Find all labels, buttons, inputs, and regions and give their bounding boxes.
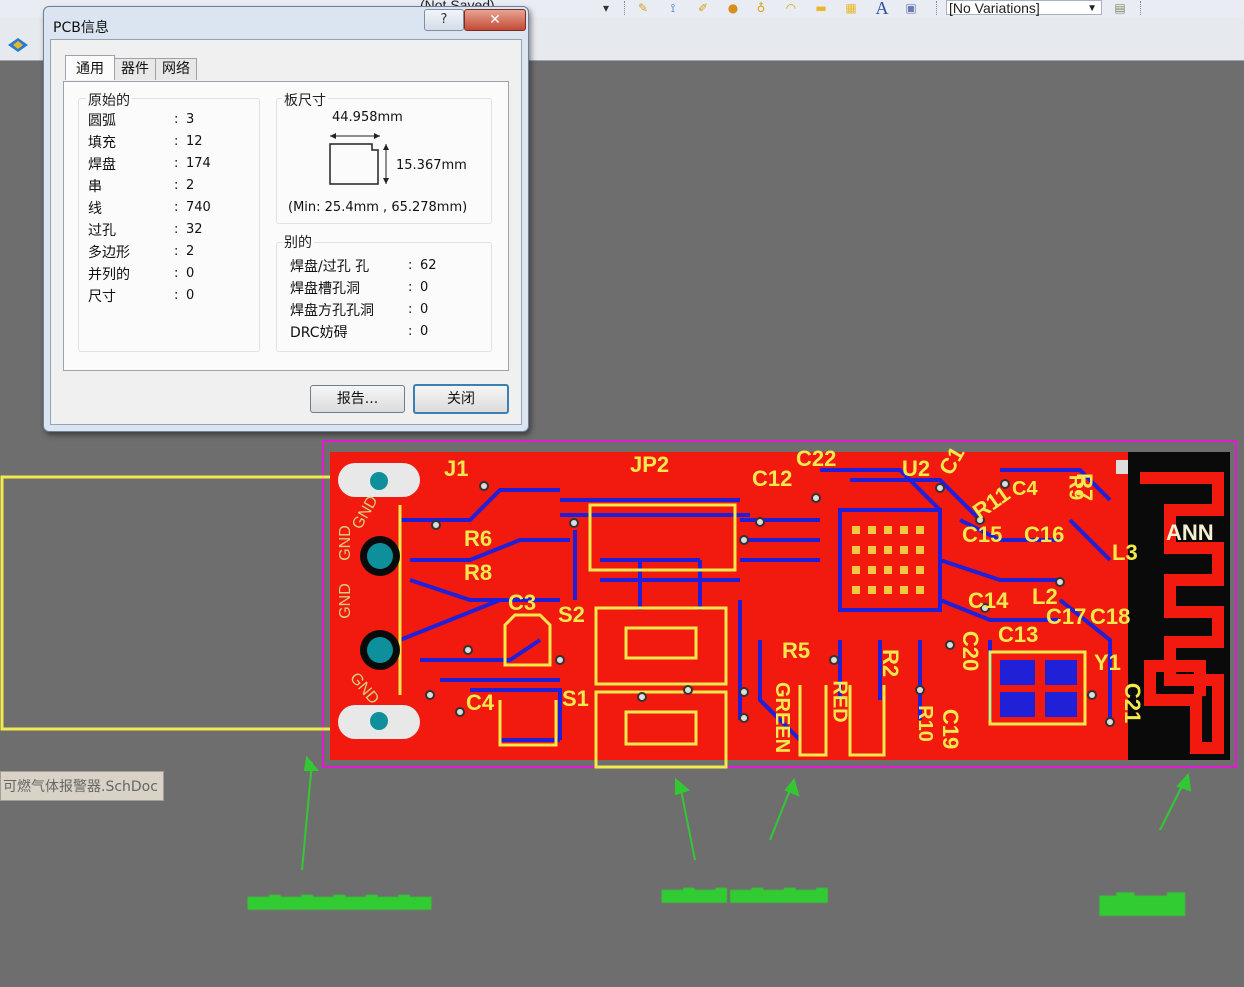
colon: : — [174, 244, 179, 259]
other-value: 0 — [420, 324, 429, 339]
primitive-value: 3 — [186, 112, 195, 127]
close-x-button[interactable]: ✕ — [464, 9, 526, 31]
designator-label: U2 — [902, 456, 931, 481]
colon: : — [174, 266, 179, 281]
colon: : — [174, 112, 179, 127]
colon: : — [174, 222, 179, 237]
tab-general[interactable]: 通用 — [65, 55, 115, 80]
colon: : — [174, 134, 179, 149]
board-width: 44.958mm — [332, 110, 403, 125]
tab-nets[interactable]: 网络 — [155, 58, 197, 80]
other-label: 焊盘/过孔 孔 — [290, 259, 370, 275]
designator-label: C15 — [962, 522, 1003, 547]
board-min-size: (Min: 25.4mm , 65.278mm) — [288, 200, 468, 215]
other-value: 0 — [420, 280, 429, 295]
dialog-title: PCB信息 — [53, 20, 109, 36]
designator-label: C13 — [998, 622, 1039, 647]
primitive-value: 32 — [186, 222, 203, 237]
designator-label: C12 — [752, 466, 793, 491]
primitive-value: 2 — [186, 178, 195, 193]
designator-label: R10 — [913, 705, 936, 742]
pcb-info-dialog: PCB信息 ? ✕ 通用 器件 网络 原始的 圆弧 : 3 填充 : 12 焊盘… — [43, 6, 529, 432]
other-label: 焊盘方孔孔洞 — [290, 303, 374, 319]
designator-label: J1 — [444, 456, 469, 481]
designator-label: C18 — [1090, 604, 1131, 629]
blurred-annotation: ▆▆▇▆▆▇▆▆▇▆▆▇▆▆▇▆▆ — [248, 893, 432, 909]
primitive-label: 焊盘 — [88, 157, 116, 173]
colon: : — [174, 200, 179, 215]
blurred-annotation: ▆▇▆▆▇ — [1100, 890, 1185, 915]
other-value: 62 — [420, 258, 437, 273]
primitive-value: 740 — [186, 200, 211, 215]
designator-label: S1 — [562, 686, 589, 711]
designator-label: R5 — [782, 638, 811, 663]
help-button[interactable]: ? — [424, 9, 464, 31]
close-button[interactable]: 关闭 — [413, 384, 509, 414]
designator-label: C14 — [968, 588, 1009, 613]
primitive-value: 0 — [186, 288, 195, 303]
designator-label: C3 — [508, 590, 537, 615]
designator-label: C16 — [1024, 522, 1065, 547]
other-group-title: 别的 — [282, 232, 314, 252]
designator-label: C17 — [1046, 604, 1087, 629]
tab-components[interactable]: 器件 — [114, 58, 156, 80]
primitive-value: 174 — [186, 156, 211, 171]
colon: : — [408, 324, 413, 339]
other-label: DRC妨碍 — [290, 325, 348, 341]
designator-label: L3 — [1112, 540, 1138, 565]
designator-label: R9 — [1064, 474, 1087, 501]
colon: : — [174, 156, 179, 171]
dialog-body: 通用 器件 网络 原始的 圆弧 : 3 填充 : 12 焊盘 : 174 串 :… — [50, 39, 522, 425]
designator-label: R6 — [464, 526, 493, 551]
primitive-label: 填充 — [88, 135, 116, 151]
designator-label: C19 — [938, 708, 964, 750]
designator-label: C21 — [1120, 682, 1146, 724]
primitive-value: 12 — [186, 134, 203, 149]
primitive-label: 并列的 — [88, 267, 130, 283]
designator-label: GREEN — [771, 681, 794, 754]
other-label: 焊盘槽孔洞 — [290, 281, 360, 297]
designator-label: ANN — [1166, 520, 1214, 545]
primitive-value: 2 — [186, 244, 195, 259]
designator-label: GND — [336, 525, 354, 561]
primitive-value: 0 — [186, 266, 195, 281]
designator-label: C4 — [466, 690, 495, 715]
designator-label: R8 — [464, 560, 493, 585]
designator-label: JP2 — [630, 452, 670, 477]
schdoc-tooltip: 可燃气体报警器.SchDoc — [0, 771, 164, 801]
general-tab-page: 原始的 圆弧 : 3 填充 : 12 焊盘 : 174 串 : 2 线 : 74… — [63, 81, 509, 371]
colon: : — [408, 302, 413, 317]
board-height: 15.367mm — [396, 158, 467, 173]
designator-label: C22 — [796, 446, 837, 471]
colon: : — [174, 178, 179, 193]
designator-label: Y1 — [1094, 650, 1121, 675]
dialog-tabs: 通用 器件 网络 — [65, 55, 197, 80]
primitive-label: 线 — [88, 201, 102, 217]
primitive-label: 圆弧 — [88, 113, 116, 129]
board-dimension-icon — [329, 133, 389, 185]
blurred-annotation: ▆▆▇▆▆▇ ▆▆▇▆▆▇▆▆▇ — [662, 886, 828, 902]
report-button[interactable]: 报告... — [310, 385, 405, 413]
primitives-group-title: 原始的 — [86, 90, 132, 110]
primitive-label: 尺寸 — [88, 289, 116, 305]
primitive-label: 串 — [88, 179, 102, 195]
designator-label: S2 — [558, 602, 585, 627]
designator-label: GND — [336, 583, 354, 619]
designator-label: C4 — [1012, 478, 1038, 500]
primitive-label: 过孔 — [88, 223, 116, 239]
colon: : — [174, 288, 179, 303]
designator-label: C20 — [958, 630, 984, 672]
board-size-group-title: 板尺寸 — [282, 90, 328, 110]
primitive-label: 多边形 — [88, 245, 130, 261]
colon: : — [408, 258, 413, 273]
designator-label: RED — [828, 680, 851, 723]
other-value: 0 — [420, 302, 429, 317]
designator-label: R2 — [878, 648, 904, 678]
colon: : — [408, 280, 413, 295]
